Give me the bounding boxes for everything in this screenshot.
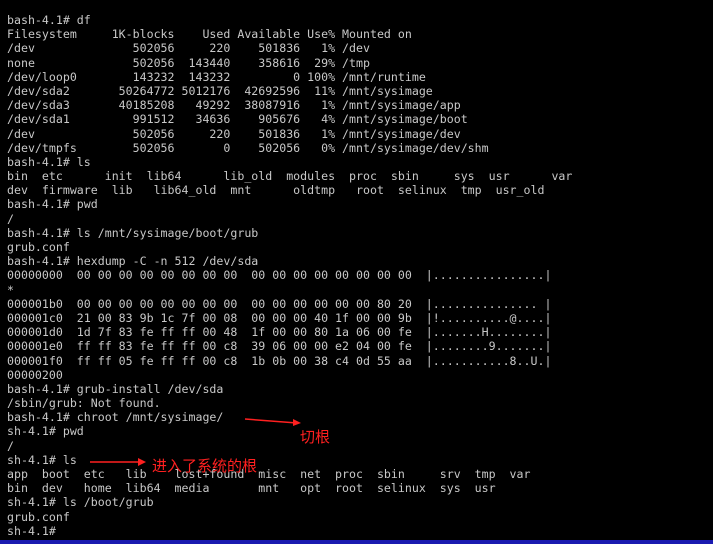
terminal-line: 000001f0 ff ff 05 fe ff ff 00 c8 1b 0b 0…: [7, 353, 552, 368]
terminal-line: none 502056 143440 358616 29% /tmp: [7, 55, 370, 70]
root-annotation: 进入了系统的根: [152, 457, 258, 475]
terminal-line: /dev/loop0 143232 143232 0 100% /mnt/run…: [7, 69, 426, 84]
terminal-line: bin etc init lib64 lib_old modules proc …: [7, 169, 573, 184]
terminal-line: grub.conf: [7, 240, 70, 254]
terminal-line: Filesystem 1K-blocks Used Available Use%…: [7, 27, 412, 42]
terminal-line: bash-4.1# df: [7, 13, 91, 27]
terminal-line: /dev 502056 220 501836 1% /dev: [7, 41, 370, 56]
terminal-line: grub.conf: [7, 509, 70, 524]
terminal-line: /dev/sda3 40185208 49292 38087916 1% /mn…: [7, 98, 461, 113]
terminal-line: 000001b0 00 00 00 00 00 00 00 00 00 00 0…: [7, 296, 552, 311]
terminal-line: sh-4.1#: [7, 523, 56, 538]
terminal-line: bash-4.1# pwd: [7, 197, 98, 212]
terminal-line: bash-4.1# ls: [7, 154, 91, 169]
terminal-line: /: [7, 211, 14, 226]
terminal-line: sh-4.1# ls /boot/grub: [7, 495, 154, 510]
terminal-line: bash-4.1# grub-install /dev/sda: [7, 381, 224, 396]
terminal-line: bin dev home lib64 media mnt opt root se…: [7, 481, 496, 496]
terminal-line: bash-4.1# hexdump -C -n 512 /dev/sda: [7, 254, 259, 269]
terminal-line: /: [7, 438, 14, 453]
terminal-line: /dev/sda2 50264772 5012176 42692596 11% …: [7, 83, 433, 98]
terminal-line: /sbin/grub: Not found.: [7, 396, 161, 411]
terminal-line: 000001e0 ff ff 83 fe ff ff 00 c8 39 06 0…: [7, 339, 552, 354]
terminal-line: /dev/sda1 991512 34636 905676 4% /mnt/sy…: [7, 112, 468, 127]
chroot-annotation: 切根: [300, 428, 331, 446]
terminal-line: 000001c0 21 00 83 9b 1c 7f 00 08 00 00 0…: [7, 310, 552, 325]
terminal-line: *: [7, 282, 14, 297]
terminal-line: /dev 502056 220 501836 1% /mnt/sysimage/…: [7, 126, 461, 141]
terminal-line: /dev/tmpfs 502056 0 502056 0% /mnt/sysim…: [7, 140, 489, 155]
chroot-arrow-icon: [244, 418, 301, 426]
terminal-line: 00000000 00 00 00 00 00 00 00 00 00 00 0…: [7, 268, 552, 283]
terminal-line: 00000200: [7, 367, 63, 382]
terminal-line: bash-4.1# ls /mnt/sysimage/boot/grub: [7, 225, 259, 240]
terminal-line: dev firmware lib lib64_old mnt oldtmp ro…: [7, 183, 545, 198]
terminal-line: 000001d0 1d 7f 83 fe ff ff 00 48 1f 00 0…: [7, 325, 552, 340]
bottom-status-bar: [0, 540, 713, 544]
root-arrow-icon: [90, 458, 146, 466]
terminal-line: app boot etc lib lost+found misc net pro…: [7, 467, 531, 481]
